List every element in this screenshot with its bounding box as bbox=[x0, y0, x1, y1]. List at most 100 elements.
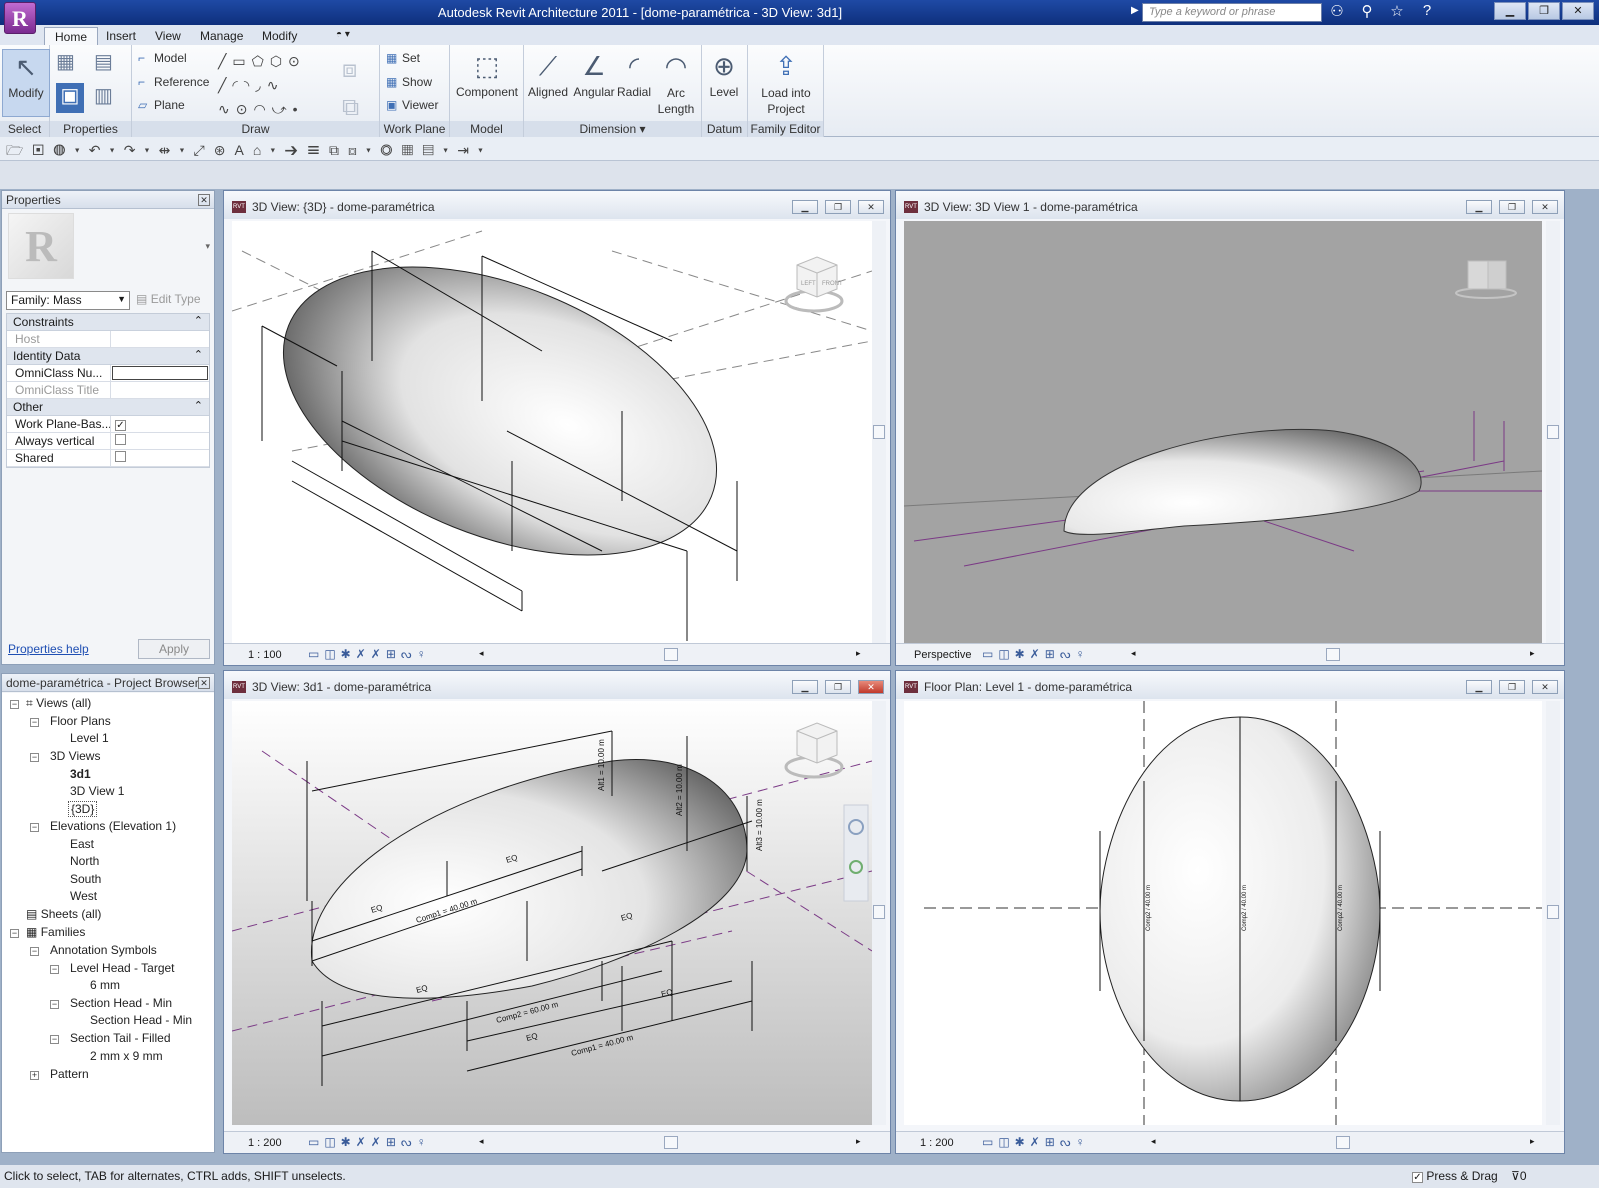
tab-home[interactable]: Home bbox=[44, 27, 99, 45]
window-icon[interactable]: ▤▾ bbox=[422, 142, 457, 158]
tree-2mm-9mm[interactable]: 2 mm x 9 mm bbox=[90, 1049, 163, 1063]
view-control-icons[interactable]: ▭◫✱✗⊞ᔓ♀ bbox=[982, 1135, 1090, 1149]
tree-elevations[interactable]: Elevations (Elevation 1) bbox=[50, 819, 176, 833]
arc-length-dimension-button[interactable]: ◠ Arc Length bbox=[652, 49, 700, 117]
save-icon[interactable]: ▣ bbox=[32, 142, 53, 158]
modify-button[interactable]: ↖ Modify bbox=[2, 49, 50, 117]
set-work-plane-button[interactable]: ▦ Set bbox=[386, 51, 420, 65]
close-button[interactable]: ✕ bbox=[858, 200, 884, 214]
properties-help-link[interactable]: Properties help bbox=[8, 642, 89, 656]
minimize-button[interactable]: ▁ bbox=[1466, 680, 1492, 694]
tree-pattern[interactable]: Pattern bbox=[50, 1067, 89, 1081]
thin-lines-icon[interactable]: ☰ bbox=[307, 142, 329, 158]
view-scale[interactable]: Perspective bbox=[914, 649, 971, 661]
close-icon[interactable]: ✕ bbox=[198, 194, 210, 206]
work-plane-viewer-button[interactable]: ▣ Viewer bbox=[386, 98, 438, 112]
restore-button[interactable]: ❐ bbox=[1528, 2, 1560, 20]
measure-icon[interactable]: ⇹▾ bbox=[159, 142, 194, 158]
tree-annotation-symbols[interactable]: Annotation Symbols bbox=[50, 943, 157, 957]
close-button[interactable]: ✕ bbox=[858, 680, 884, 694]
horizontal-scroll-thumb[interactable] bbox=[1326, 648, 1340, 661]
collapse-toggle[interactable]: − bbox=[30, 823, 39, 832]
properties-toggle-icon[interactable]: ▣ bbox=[56, 83, 84, 113]
help-icon[interactable]: ? bbox=[1415, 2, 1439, 20]
restore-button[interactable]: ❐ bbox=[825, 200, 851, 214]
search-input[interactable]: Type a keyword or phrase bbox=[1142, 3, 1322, 22]
subscription-icon[interactable]: ⚲ bbox=[1355, 2, 1379, 20]
vertical-scrollbar[interactable] bbox=[1546, 221, 1560, 643]
group-constraints[interactable]: Constraints ⌃ bbox=[7, 314, 209, 331]
tag-icon[interactable]: ⊛ bbox=[214, 142, 235, 158]
minimize-button[interactable]: ▁ bbox=[1494, 2, 1526, 20]
scroll-thumb[interactable] bbox=[873, 425, 885, 439]
collapse-toggle[interactable]: − bbox=[10, 700, 19, 709]
scroll-right-icon[interactable]: ▸ bbox=[1530, 648, 1535, 659]
tree-3d1[interactable]: 3d1 bbox=[70, 767, 91, 781]
family-category-icon[interactable]: ▤ bbox=[94, 49, 113, 74]
drawing-canvas[interactable]: Comp2 / 40.00 m Comp2 / 40.00 m Comp2 / … bbox=[904, 701, 1542, 1125]
filter-icon[interactable]: ⊽ bbox=[1511, 1169, 1520, 1183]
show-work-plane-button[interactable]: ▦ Show bbox=[386, 75, 432, 89]
view-control-icons[interactable]: ▭◫✱✗✗⊞ᔓ♀ bbox=[308, 1135, 431, 1149]
scroll-left-icon[interactable]: ◂ bbox=[479, 1136, 484, 1147]
level-button[interactable]: ⊕ Level bbox=[702, 49, 746, 99]
sync-icon[interactable]: ◍▾ bbox=[53, 142, 89, 158]
tree-floor-plans[interactable]: Floor Plans bbox=[50, 714, 111, 728]
view-cube[interactable] bbox=[784, 722, 844, 779]
tree-section-tail-filled[interactable]: Section Tail - Filled bbox=[70, 1031, 171, 1045]
scroll-right-icon[interactable]: ▸ bbox=[856, 648, 861, 659]
omniclass-number-field[interactable] bbox=[112, 366, 208, 380]
restore-button[interactable]: ❐ bbox=[825, 680, 851, 694]
scroll-left-icon[interactable]: ◂ bbox=[1151, 1136, 1156, 1147]
panel-dimension-title[interactable]: Dimension ▾ bbox=[524, 121, 701, 137]
ribbon-minimize-toggle[interactable]: ◓ ▾ bbox=[326, 27, 360, 45]
tree-south[interactable]: South bbox=[70, 872, 101, 886]
tree-sheets-all[interactable]: ▤ Sheets (all) bbox=[26, 907, 101, 921]
close-button[interactable]: ✕ bbox=[1532, 680, 1558, 694]
tree-level-1[interactable]: Level 1 bbox=[70, 731, 109, 745]
view-control-icons[interactable]: ▭◫✱✗✗⊞ᔓ♀ bbox=[308, 647, 431, 661]
section-icon[interactable]: ➔ bbox=[284, 142, 306, 158]
type-properties-icon[interactable]: ▥ bbox=[94, 83, 113, 108]
shared-checkbox[interactable] bbox=[115, 451, 126, 462]
undo-icon[interactable]: ↶▾ bbox=[89, 142, 124, 158]
tree-3d-views[interactable]: 3D Views bbox=[50, 749, 100, 763]
restore-button[interactable]: ❐ bbox=[1499, 680, 1525, 694]
reference-plane-button[interactable]: ▱ Plane bbox=[138, 98, 185, 112]
tree-section-head-min[interactable]: Section Head - Min bbox=[70, 996, 172, 1010]
drawing-canvas[interactable]: FRONT LEFT bbox=[232, 221, 872, 643]
close-button[interactable]: ✕ bbox=[1532, 200, 1558, 214]
close-icon[interactable]: ✕ bbox=[198, 677, 210, 689]
scroll-thumb[interactable] bbox=[873, 905, 885, 919]
binoculars-icon[interactable]: ⚇ bbox=[1325, 2, 1349, 20]
vertical-scrollbar[interactable] bbox=[872, 701, 886, 1125]
type-selector[interactable]: R ▾ bbox=[8, 213, 212, 285]
restore-button[interactable]: ❐ bbox=[1499, 200, 1525, 214]
horizontal-scroll-thumb[interactable] bbox=[664, 1136, 678, 1149]
tree-level-head-target[interactable]: Level Head - Target bbox=[70, 961, 175, 975]
tree-east[interactable]: East bbox=[70, 837, 94, 851]
dome-mass[interactable] bbox=[242, 221, 758, 612]
work-plane-based-checkbox[interactable]: ✓ bbox=[115, 420, 126, 431]
minimize-button[interactable]: ▁ bbox=[1466, 200, 1492, 214]
pick-lines-icon[interactable]: ⧈ ⧉ bbox=[342, 51, 359, 127]
tree-west[interactable]: West bbox=[70, 889, 97, 903]
scroll-right-icon[interactable]: ▸ bbox=[856, 1136, 861, 1147]
customize-icon[interactable]: ⇥▾ bbox=[457, 142, 492, 158]
minimize-button[interactable]: ▁ bbox=[792, 200, 818, 214]
search-expand-icon[interactable]: ▶ bbox=[1131, 5, 1139, 16]
press-drag-checkbox[interactable]: ✓ bbox=[1412, 1172, 1423, 1183]
navigation-bar[interactable] bbox=[843, 804, 869, 902]
drawing-canvas[interactable] bbox=[904, 221, 1542, 643]
reference-line-button[interactable]: ⌐ Reference bbox=[138, 75, 209, 89]
group-other[interactable]: Other ⌃ bbox=[7, 399, 209, 416]
tree-6mm[interactable]: 6 mm bbox=[90, 978, 120, 992]
default-3d-view-icon[interactable]: ⌂▾ bbox=[253, 142, 285, 158]
vertical-scrollbar[interactable] bbox=[1546, 701, 1560, 1125]
redo-icon[interactable]: ↷▾ bbox=[124, 142, 159, 158]
collapse-toggle[interactable]: − bbox=[30, 718, 39, 727]
group-identity-data[interactable]: Identity Data ⌃ bbox=[7, 348, 209, 365]
view-cube[interactable]: FRONT LEFT bbox=[784, 256, 844, 313]
close-button[interactable]: ✕ bbox=[1562, 2, 1594, 20]
view-scale[interactable]: 1 : 100 bbox=[248, 649, 282, 661]
